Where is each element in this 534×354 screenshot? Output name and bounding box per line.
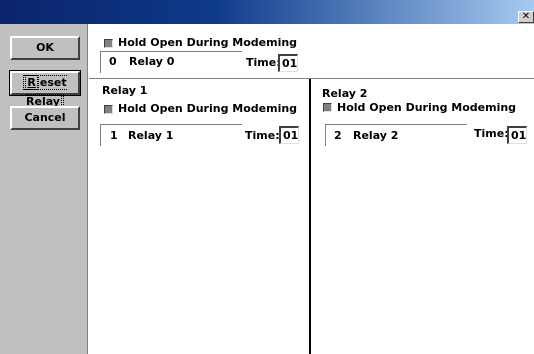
relay0-number: 0 [109, 55, 117, 68]
relay2-number: 2 [334, 129, 342, 142]
relay2-time-input[interactable]: 01 [507, 126, 527, 144]
reset-relay-label: Reset Relay [23, 75, 67, 109]
relay1-time-label: Time: [245, 129, 280, 142]
relay1-name: Relay 1 [128, 129, 174, 142]
relay0-hold-checkbox[interactable] [104, 39, 113, 48]
relay2-title: Relay 2 [322, 87, 368, 100]
relay-column-divider [309, 79, 311, 354]
relay0-time-input[interactable]: 01 [278, 54, 298, 72]
close-icon: ✕ [521, 11, 531, 22]
relay1-number: 1 [110, 129, 118, 142]
button-panel: OK Reset Relay Cancel [0, 24, 88, 354]
relay0-name: Relay 0 [129, 55, 175, 68]
relay1-hold-label: Hold Open During Modeming [118, 102, 298, 115]
relay1-hold-checkbox[interactable] [104, 105, 113, 114]
ok-button[interactable]: OK [10, 36, 80, 60]
section-divider [89, 78, 534, 79]
close-button[interactable]: ✕ [518, 11, 534, 23]
relay1-time-input[interactable]: 01 [279, 126, 299, 144]
title-bar: ✕ [0, 0, 534, 24]
relay2-time-label: Time: [474, 127, 509, 140]
relay0-time-label: Time: [246, 56, 281, 69]
relay2-hold-label: Hold Open During Modeming [337, 101, 517, 114]
reset-relay-button[interactable]: Reset Relay [9, 70, 81, 109]
relay0-hold-label: Hold Open During Modeming [118, 36, 298, 49]
relay1-title: Relay 1 [102, 84, 148, 97]
relay2-hold-checkbox[interactable] [323, 103, 332, 112]
cancel-button[interactable]: Cancel [10, 106, 80, 130]
relay2-name: Relay 2 [353, 129, 399, 142]
